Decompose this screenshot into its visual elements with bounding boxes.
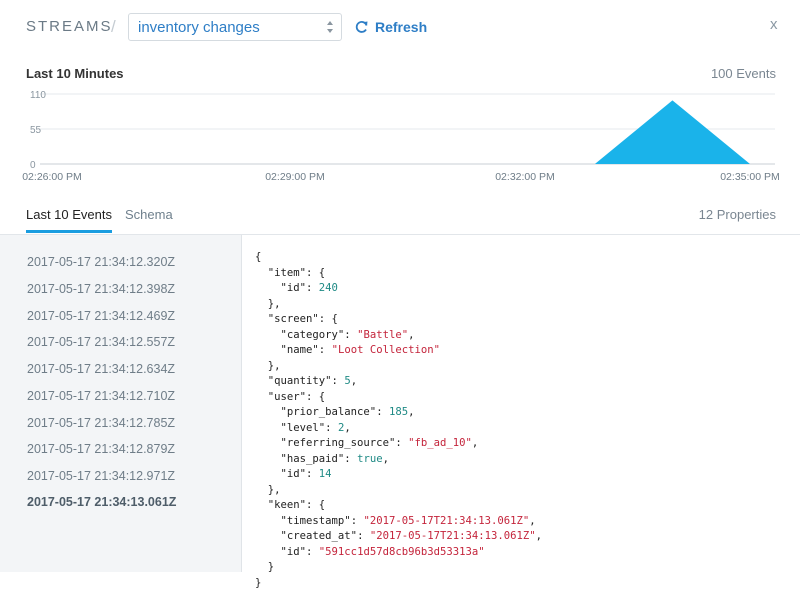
event-item[interactable]: 2017-05-17 21:34:12.469Z: [27, 309, 175, 323]
event-item[interactable]: 2017-05-17 21:34:12.634Z: [27, 362, 175, 376]
json-value: 14: [318, 468, 332, 480]
refresh-button[interactable]: Refresh: [375, 19, 427, 35]
active-tab-indicator: [26, 230, 112, 233]
stream-select-value: inventory changes: [138, 19, 260, 36]
breadcrumb-separator: /: [111, 17, 116, 36]
event-item[interactable]: 2017-05-17 21:34:12.320Z: [27, 255, 175, 269]
events-chart: 110 55 002:26:00 PM 02:29:00 PM 02:32:00 PM 0…: [22, 90, 780, 183]
event-list: 2017-05-17 21:34:12.320Z 2017-05-17 21:3…: [0, 235, 242, 572]
chart-area: [594, 100, 750, 164]
event-item[interactable]: 2017-05-17 21:34:12.971Z: [27, 469, 175, 483]
json-value: true: [357, 452, 383, 465]
json-value: "2017-05-17T21:34:13.061Z": [363, 514, 530, 527]
x-tick-label: 02:35:00 PM: [720, 171, 780, 183]
x-tick-label: 02:26:00 PM: [22, 171, 82, 183]
y-tick-label: 0: [30, 160, 36, 171]
json-value: 2: [337, 421, 345, 434]
json-value: 5: [344, 375, 351, 387]
json-value: "fb_ad_10": [408, 437, 472, 449]
chevron-updown-icon: [327, 21, 333, 33]
tab-schema[interactable]: Schema: [125, 207, 173, 222]
tab-last-10-events[interactable]: Last 10 Events: [26, 207, 112, 222]
close-icon[interactable]: x: [770, 16, 778, 33]
refresh-icon[interactable]: [355, 20, 369, 34]
event-item[interactable]: 2017-05-17 21:34:12.785Z: [27, 416, 175, 430]
properties-count: 12 Properties: [698, 207, 776, 222]
y-tick-label: 110: [30, 90, 46, 101]
json-value: 185: [388, 406, 409, 418]
x-tick-label: 02:29:00 PM: [265, 171, 325, 183]
stream-select[interactable]: inventory changes: [128, 13, 342, 41]
y-tick-label: 55: [30, 125, 42, 136]
page-title: STREAMS: [26, 18, 113, 35]
event-count: 100 Events: [710, 66, 776, 81]
chart-title: Last 10 Minutes: [26, 66, 124, 81]
event-item-selected[interactable]: 2017-05-17 21:34:13.061Z: [27, 495, 176, 509]
event-json-viewer: { "item": { "id": 240 }, "screen": { "ca…: [255, 251, 543, 589]
json-value: "Loot Collection": [331, 344, 440, 356]
json-value: "Battle": [357, 328, 409, 341]
event-item[interactable]: 2017-05-17 21:34:12.710Z: [27, 389, 175, 403]
json-value: 240: [318, 282, 338, 294]
json-value: "2017-05-17T21:34:13.061Z": [369, 530, 536, 542]
header-bar: STREAMS / inventory changes Refresh x: [0, 0, 800, 60]
x-tick-label: 02:32:00 PM: [495, 171, 555, 183]
event-item[interactable]: 2017-05-17 21:34:12.398Z: [27, 282, 175, 296]
event-item[interactable]: 2017-05-17 21:34:12.557Z: [27, 335, 175, 349]
json-value: "591cc1d57d8cb96b3d53313a": [318, 545, 485, 558]
event-item[interactable]: 2017-05-17 21:34:12.879Z: [27, 442, 175, 456]
